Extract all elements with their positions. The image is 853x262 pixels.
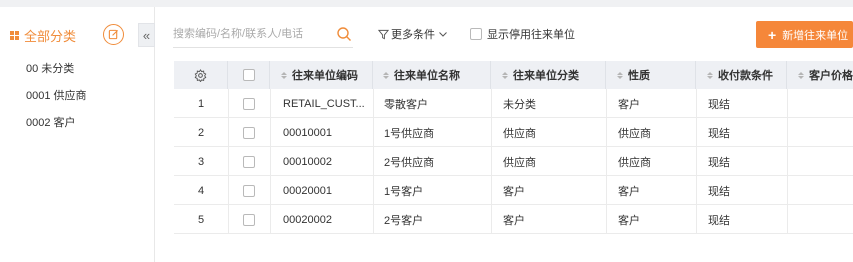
chevron-down-icon — [439, 32, 447, 37]
row-code: 00010001 — [283, 126, 332, 139]
header-code-label: 往来单位编码 — [292, 70, 358, 82]
sort-icon — [707, 71, 713, 79]
top-strip — [0, 0, 853, 7]
category-sidebar: 全部分类 « 00 未分类 0001 供应商 0002 客户 — [0, 7, 155, 262]
row-select — [228, 205, 270, 234]
row-checkbox[interactable] — [243, 155, 255, 168]
row-select — [228, 147, 270, 176]
row-terms: 现结 — [708, 185, 730, 198]
show-disabled-checkbox[interactable] — [470, 28, 482, 40]
column-settings[interactable] — [174, 61, 228, 89]
sort-icon — [383, 71, 389, 79]
column-divider — [787, 118, 788, 147]
plus-icon: + — [768, 26, 777, 43]
row-checkbox[interactable] — [243, 126, 255, 139]
row-code: 00020002 — [283, 213, 332, 226]
sort-icon — [798, 71, 804, 79]
header-nature-label: 性质 — [628, 70, 650, 82]
row-terms: 现结 — [708, 156, 730, 169]
more-conditions-label: 更多条件 — [391, 29, 435, 41]
row-number: 3 — [197, 155, 205, 168]
table-header: 往来单位编码 往来单位名称 往来单位分类 性质 收付款条件 客户价格 — [174, 61, 853, 89]
row-code: 00020001 — [283, 184, 332, 197]
sort-icon — [502, 71, 508, 79]
header-name[interactable]: 往来单位名称 — [373, 61, 491, 89]
row-category: 客户 — [503, 185, 525, 198]
row-name: 1号客户 — [384, 185, 424, 198]
collapse-icon: « — [142, 27, 151, 43]
more-conditions-button[interactable]: 更多条件 — [378, 26, 450, 42]
column-divider — [787, 176, 788, 205]
row-checkbox[interactable] — [243, 184, 255, 197]
all-categories-title: 全部分类 — [24, 28, 77, 44]
row-select — [228, 118, 270, 147]
all-categories-header[interactable]: 全部分类 — [10, 25, 76, 45]
row-terms: 现结 — [708, 214, 730, 227]
search-icon[interactable] — [336, 26, 352, 42]
header-category[interactable]: 往来单位分类 — [491, 61, 606, 89]
row-number: 5 — [197, 213, 205, 226]
edit-category-button[interactable] — [103, 24, 124, 45]
row-code: RETAIL_CUST... — [283, 97, 365, 110]
row-nature: 客户 — [618, 98, 640, 111]
column-divider — [787, 89, 788, 118]
row-number: 2 — [197, 126, 205, 139]
column-divider — [787, 205, 788, 234]
settings-icon — [194, 68, 207, 82]
row-category: 供应商 — [503, 156, 536, 169]
table-row[interactable]: 5 00020002 2号客户 客户 客户 现结 — [174, 205, 853, 234]
row-name: 2号供应商 — [384, 156, 435, 169]
row-nature: 供应商 — [618, 127, 651, 140]
row-name: 1号供应商 — [384, 127, 435, 140]
row-nature: 客户 — [618, 214, 640, 227]
header-nature[interactable]: 性质 — [606, 61, 696, 89]
column-divider — [787, 147, 788, 176]
sort-icon — [617, 71, 623, 79]
header-price-label: 客户价格 — [809, 70, 853, 82]
row-terms: 现结 — [708, 98, 730, 111]
row-number: 1 — [197, 97, 205, 110]
table-row[interactable]: 3 00010002 2号供应商 供应商 供应商 现结 — [174, 147, 853, 176]
category-item-customer[interactable]: 0002 客户 — [26, 114, 76, 130]
table-row[interactable]: 1 RETAIL_CUST... 零散客户 未分类 客户 现结 — [174, 89, 853, 118]
table-row[interactable]: 4 00020001 1号客户 客户 客户 现结 — [174, 176, 853, 205]
collapse-sidebar-button[interactable]: « — [138, 23, 155, 47]
select-all-checkbox[interactable] — [242, 69, 255, 81]
header-name-label: 往来单位名称 — [394, 70, 460, 82]
row-category: 未分类 — [503, 98, 536, 111]
row-nature: 供应商 — [618, 156, 651, 169]
category-item-supplier[interactable]: 0001 供应商 — [26, 87, 87, 103]
row-category: 供应商 — [503, 127, 536, 140]
edit-icon — [108, 29, 119, 40]
show-disabled-toggle[interactable]: 显示停用往来单位 — [470, 26, 575, 42]
category-item-uncategorized[interactable]: 00 未分类 — [26, 60, 74, 76]
header-price[interactable]: 客户价格 — [787, 61, 853, 89]
add-partner-label: 新增往来单位 — [782, 29, 849, 42]
table-row[interactable]: 2 00010001 1号供应商 供应商 供应商 现结 — [174, 118, 853, 147]
search-input[interactable] — [173, 24, 328, 44]
header-terms[interactable]: 收付款条件 — [696, 61, 787, 89]
row-name: 零散客户 — [384, 98, 428, 111]
header-terms-label: 收付款条件 — [718, 70, 773, 82]
header-code[interactable]: 往来单位编码 — [270, 61, 373, 89]
header-category-label: 往来单位分类 — [513, 70, 579, 82]
row-name: 2号客户 — [384, 214, 424, 227]
row-nature: 客户 — [618, 185, 640, 198]
select-all-cell — [228, 61, 270, 89]
show-disabled-label: 显示停用往来单位 — [487, 29, 575, 41]
search-box — [173, 20, 353, 48]
sort-icon — [281, 71, 287, 79]
row-select — [228, 89, 270, 118]
row-number: 4 — [197, 184, 205, 197]
row-checkbox[interactable] — [243, 97, 255, 110]
filter-icon — [378, 29, 389, 39]
row-select — [228, 176, 270, 205]
row-checkbox[interactable] — [243, 213, 255, 226]
row-category: 客户 — [503, 214, 525, 227]
row-code: 00010002 — [283, 155, 332, 168]
row-terms: 现结 — [708, 127, 730, 140]
grid-icon — [10, 30, 19, 40]
add-partner-button[interactable]: + 新增往来单位 — [756, 21, 853, 48]
